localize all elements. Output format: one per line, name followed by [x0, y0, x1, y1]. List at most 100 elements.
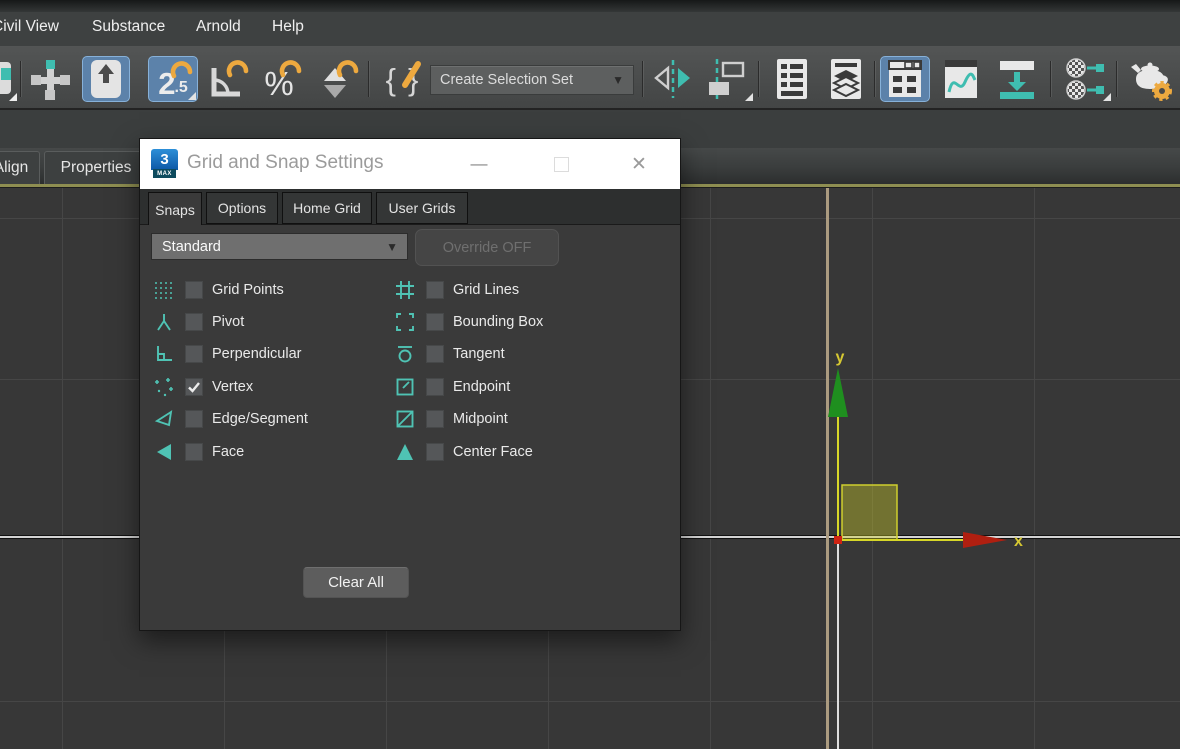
toolbar-divider	[758, 61, 759, 97]
close-icon: ✕	[631, 153, 647, 175]
pencil-icon	[402, 61, 421, 93]
face-checkbox[interactable]	[185, 443, 203, 461]
vertex-checkbox[interactable]	[185, 378, 203, 396]
snaps-toggle-button[interactable]: 2 .5	[148, 56, 198, 102]
endpoint-icon	[392, 376, 418, 398]
magnet-hook-icon	[226, 60, 249, 78]
snap-row: Vertex Endpoint	[140, 372, 680, 402]
tab-user-grids[interactable]: User Grids	[376, 192, 468, 224]
scene-explorer-button[interactable]	[770, 56, 814, 102]
snap-item: Grid Lines	[392, 275, 672, 305]
toolbar-divider	[1050, 61, 1051, 97]
center-face-icon	[392, 441, 418, 463]
select-and-manipulate-button[interactable]	[27, 56, 73, 102]
create-selection-set-dropdown[interactable]: Create Selection Set ▼	[430, 65, 634, 95]
snap-item-label: Edge/Segment	[212, 411, 308, 427]
snap-item-label: Endpoint	[453, 379, 511, 395]
dropdown-caret-icon[interactable]: ▼	[386, 240, 407, 254]
edge-segment-checkbox[interactable]	[185, 410, 203, 428]
override-off-button[interactable]: Override OFF	[415, 229, 559, 266]
midpoint-checkbox[interactable]	[426, 410, 444, 428]
select-and-place-button[interactable]	[82, 56, 130, 102]
checkmark-icon	[188, 382, 200, 393]
dialog-titlebar[interactable]: 3 MAX Grid and Snap Settings — ✕	[140, 139, 680, 189]
panel-tab-properties[interactable]: Properties	[44, 151, 148, 184]
panel-tab-align[interactable]: Align	[0, 151, 40, 184]
maximize-button[interactable]	[544, 139, 578, 189]
align-button[interactable]	[700, 56, 754, 102]
create-selection-set-value: Create Selection Set	[440, 72, 573, 88]
snap-item: Edge/Segment	[151, 404, 386, 434]
perpendicular-checkbox[interactable]	[185, 345, 203, 363]
dropdown-caret-icon[interactable]: ▼	[612, 73, 633, 87]
snap-item: Pivot	[151, 307, 386, 337]
tab-options[interactable]: Options	[206, 192, 278, 224]
snap-item: Perpendicular	[151, 339, 386, 369]
face-icon	[151, 441, 177, 463]
snap-item: Center Face	[392, 437, 672, 467]
grid-line	[62, 188, 63, 749]
snap-item-label: Pivot	[212, 314, 245, 330]
world-y-axis-highlight	[837, 541, 839, 749]
tangent-checkbox[interactable]	[426, 345, 444, 363]
render-setup-button[interactable]	[1124, 56, 1178, 102]
transform-gizmo[interactable]: y x	[760, 338, 1050, 553]
edge-segment-icon	[151, 408, 177, 430]
partial-toolbar-icon[interactable]	[0, 56, 18, 102]
snap-item: Tangent	[392, 339, 672, 369]
bounding-box-checkbox[interactable]	[426, 313, 444, 331]
tab-home-grid[interactable]: Home Grid	[282, 192, 372, 224]
gizmo-xy-plane-handle[interactable]	[841, 484, 898, 541]
center-face-checkbox[interactable]	[426, 443, 444, 461]
logo-number: 3	[151, 149, 178, 170]
align-icon	[709, 59, 745, 99]
angle-snap-button[interactable]	[202, 56, 250, 102]
endpoint-checkbox[interactable]	[426, 378, 444, 396]
snap-row: Perpendicular Tangent	[140, 339, 680, 369]
mirror-button[interactable]	[650, 56, 696, 102]
tab-snaps[interactable]: Snaps	[148, 192, 202, 226]
percent-snap-button[interactable]: %	[254, 56, 304, 102]
menu-civil-view[interactable]: Civil View	[0, 18, 59, 36]
minimize-button[interactable]: —	[462, 139, 496, 189]
schematic-view-button[interactable]	[992, 56, 1042, 102]
snap-item-label: Tangent	[453, 346, 505, 362]
snap-item: Endpoint	[392, 372, 672, 402]
tab-options-label: Options	[217, 200, 267, 216]
main-toolbar: 2 .5 % {} Create Selection Set ▼	[0, 46, 1180, 110]
menu-bar-top-strip	[0, 0, 1180, 12]
spinner-snap-button[interactable]	[310, 56, 360, 102]
x-axis-label: x	[1014, 533, 1023, 550]
scene-explorer-icon	[777, 59, 807, 99]
edit-named-selection-sets-button[interactable]: { }	[376, 56, 428, 102]
close-button[interactable]: ✕	[620, 139, 658, 189]
snap-preset-dropdown[interactable]: Standard ▼	[151, 233, 408, 260]
grid-lines-checkbox[interactable]	[426, 281, 444, 299]
gizmo-x-arrowhead[interactable]	[963, 532, 1007, 548]
snap-item: Vertex	[151, 372, 386, 402]
clear-all-button[interactable]: Clear All	[303, 567, 409, 598]
curve-editor-button[interactable]	[938, 56, 984, 102]
grid-points-checkbox[interactable]	[185, 281, 203, 299]
menu-arnold[interactable]: Arnold	[196, 18, 241, 36]
clear-all-label: Clear All	[328, 574, 384, 591]
flyout-corner-icon	[188, 92, 196, 100]
toolbar-divider	[642, 61, 643, 97]
logo-sub: MAX	[153, 169, 176, 178]
snap-row: Grid Points Grid Lines	[140, 275, 680, 305]
grid-and-snap-settings-dialog: 3 MAX Grid and Snap Settings — ✕ Snaps O…	[139, 138, 681, 631]
snap-item: Grid Points	[151, 275, 386, 305]
menu-help[interactable]: Help	[272, 18, 304, 36]
material-editor-button[interactable]	[1060, 56, 1112, 102]
layer-explorer-icon	[831, 59, 861, 99]
snap-item-label: Perpendicular	[212, 346, 302, 362]
layer-explorer-button[interactable]	[824, 56, 868, 102]
pivot-checkbox[interactable]	[185, 313, 203, 331]
gizmo-y-arrowhead[interactable]	[828, 368, 848, 417]
snap-row: Edge/Segment Midpoint	[140, 404, 680, 434]
toggle-ribbon-button[interactable]	[880, 56, 930, 102]
menu-substance[interactable]: Substance	[92, 18, 165, 36]
flyout-corner-icon	[9, 93, 17, 101]
maximize-icon	[553, 156, 569, 172]
snap-item-label: Bounding Box	[453, 314, 544, 330]
